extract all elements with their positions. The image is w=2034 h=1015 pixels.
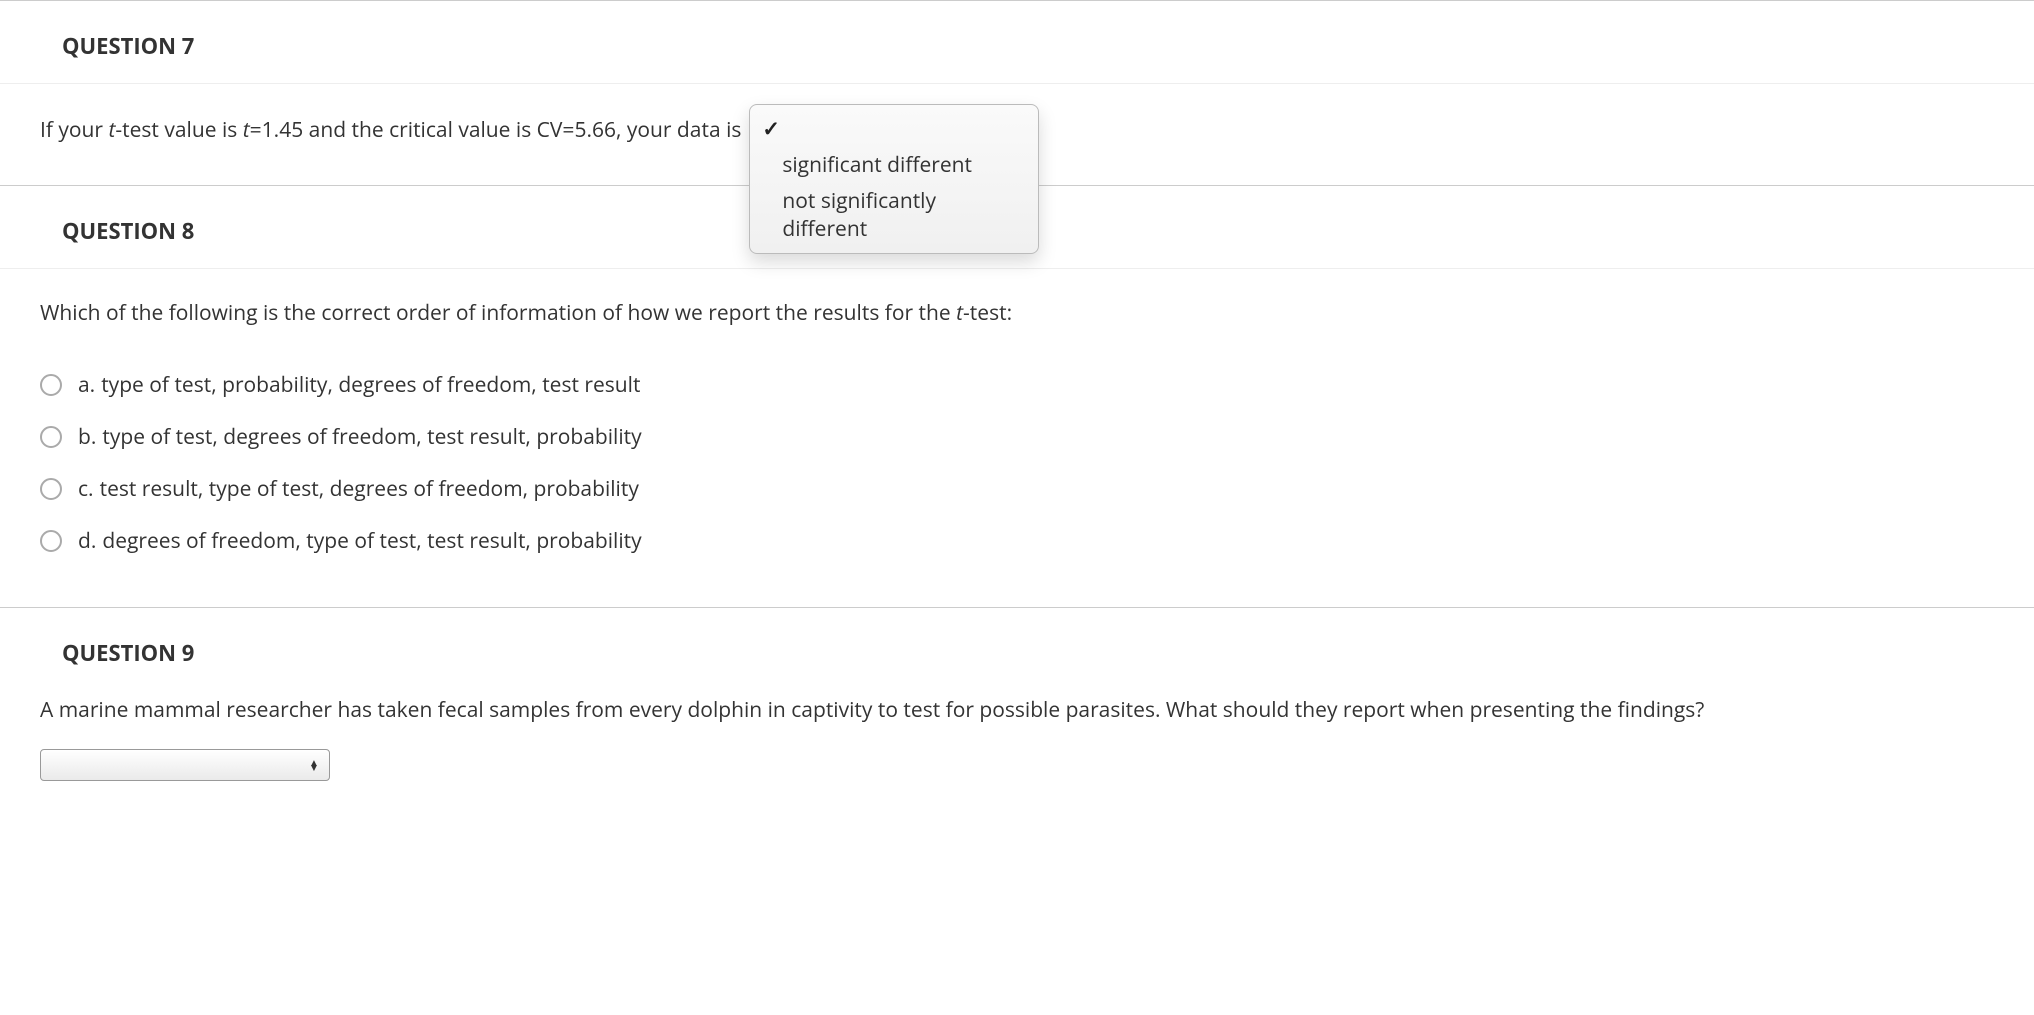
question-7-header: QUESTION 7 (0, 31, 2034, 69)
q8-option-d[interactable]: d. degrees of freedom, type of test, tes… (40, 515, 1994, 567)
question-9-header: QUESTION 9 (0, 638, 2034, 676)
q7-text-prefix: If your (40, 116, 108, 144)
q7-text-eq: =1.45 and the critical value is CV=5.66,… (250, 116, 742, 144)
q8-option-c[interactable]: c. test result, type of test, degrees of… (40, 463, 1994, 515)
q8-option-c-letter: c. (78, 475, 94, 503)
q7-dropdown-option-1[interactable]: not significantly different (750, 183, 1038, 247)
q8-text-suffix: -test: (963, 299, 1012, 327)
question-9-text: A marine mammal researcher has taken fec… (40, 696, 1994, 725)
q8-option-b-text: type of test, degrees of freedom, test r… (102, 423, 641, 451)
q8-option-d-text: degrees of freedom, type of test, test r… (102, 527, 641, 555)
q8-option-b[interactable]: b. type of test, degrees of freedom, tes… (40, 411, 1994, 463)
radio-icon[interactable] (40, 478, 62, 500)
q8-option-c-text: test result, type of test, degrees of fr… (100, 475, 639, 503)
question-9-block: QUESTION 9 A marine mammal researcher ha… (0, 607, 2034, 821)
radio-icon[interactable] (40, 374, 62, 396)
question-7-body: If your t-test value is t=1.45 and the c… (0, 83, 2034, 145)
q8-option-a-text: type of test, probability, degrees of fr… (101, 371, 640, 399)
q7-dropdown-selected-blank[interactable]: ✓ (750, 111, 1038, 147)
question-8-text: Which of the following is the correct or… (40, 299, 1994, 328)
radio-icon[interactable] (40, 426, 62, 448)
q7-dropdown-option-0[interactable]: significant different (750, 147, 1038, 183)
q8-text-prefix: Which of the following is the correct or… (40, 299, 956, 327)
question-8-body: Which of the following is the correct or… (0, 268, 2034, 566)
q8-options: a. type of test, probability, degrees of… (40, 359, 1994, 567)
select-arrows-icon: ▲ ▼ (307, 760, 321, 770)
check-icon: ✓ (762, 115, 782, 143)
question-7-block: QUESTION 7 If your t-test value is t=1.4… (0, 0, 2034, 185)
q8-option-a-letter: a. (78, 371, 95, 399)
q7-text-mid: -test value is (115, 116, 242, 144)
q8-t-word: t (956, 299, 963, 327)
q7-dropdown-option-0-label: significant different (782, 151, 972, 179)
q8-option-d-letter: d. (78, 527, 96, 555)
q7-dropdown-option-1-label: not significantly different (782, 187, 1020, 243)
q7-dropdown[interactable]: ✓ significant different not significantl… (749, 104, 1039, 254)
q9-select[interactable]: ▲ ▼ (40, 749, 330, 781)
question-9-body: A marine mammal researcher has taken fec… (0, 676, 2034, 781)
radio-icon[interactable] (40, 530, 62, 552)
q8-option-a[interactable]: a. type of test, probability, degrees of… (40, 359, 1994, 411)
q8-option-b-letter: b. (78, 423, 96, 451)
q7-t-var: t (243, 116, 250, 144)
question-7-text: If your t-test value is t=1.45 and the c… (40, 114, 741, 145)
